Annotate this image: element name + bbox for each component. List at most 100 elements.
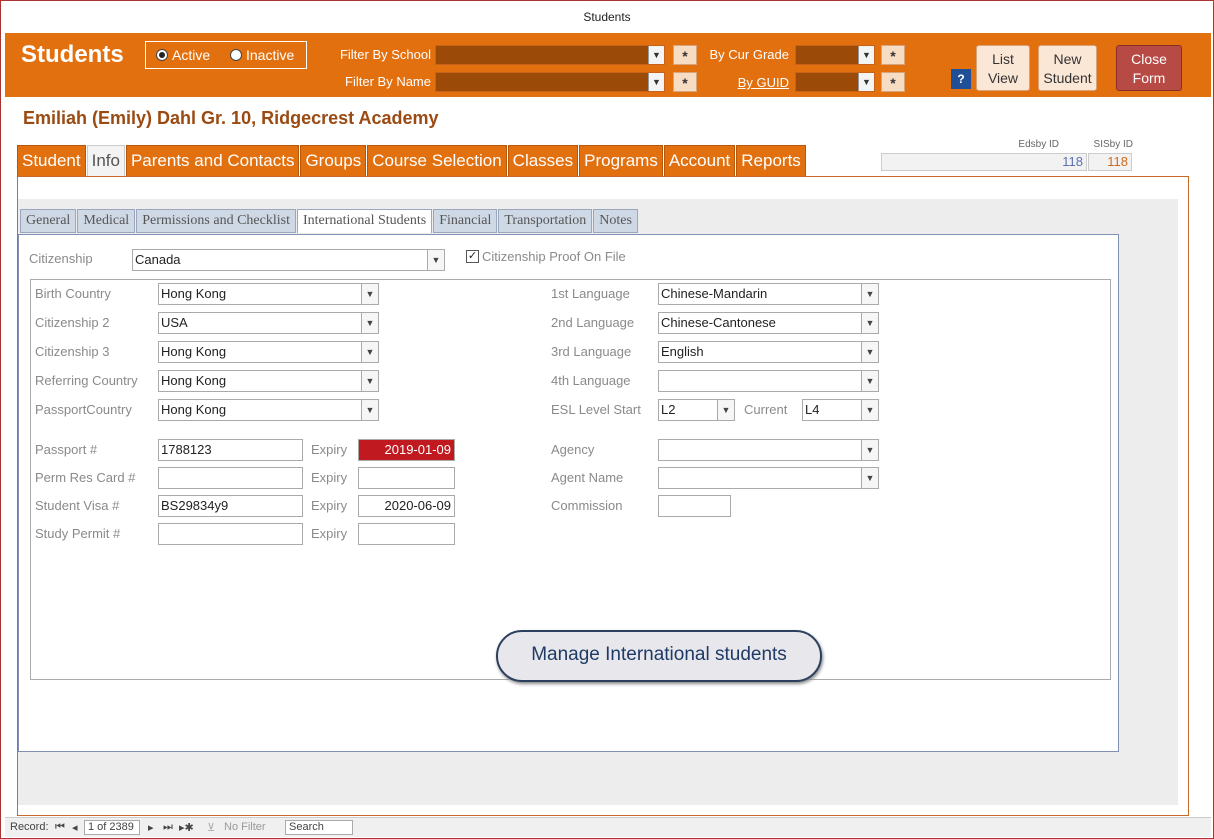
agency-combo[interactable]: ▼ bbox=[658, 439, 879, 461]
chevron-down-icon[interactable]: ▼ bbox=[861, 371, 878, 391]
chevron-down-icon[interactable]: ▼ bbox=[717, 400, 734, 420]
visa-expiry-input[interactable]: 2020-06-09 bbox=[358, 495, 455, 517]
next-record-icon[interactable]: ▸ bbox=[148, 821, 154, 834]
guid-combo[interactable]: ▼ bbox=[795, 72, 875, 92]
first-record-icon[interactable]: ⏮ bbox=[55, 821, 65, 834]
filter-school-combo[interactable]: ▼ bbox=[435, 45, 665, 65]
chevron-down-icon[interactable]: ▼ bbox=[427, 250, 444, 270]
lang1-combo[interactable]: Chinese-Mandarin ▼ bbox=[658, 283, 879, 305]
student-visa-input[interactable]: BS29834y9 bbox=[158, 495, 303, 517]
tab-programs[interactable]: Programs bbox=[579, 145, 663, 177]
chevron-down-icon[interactable]: ▼ bbox=[858, 73, 874, 91]
esl-current-value: L4 bbox=[805, 402, 820, 417]
esl-current-combo[interactable]: L4 ▼ bbox=[802, 399, 879, 421]
tab-parents-and-contacts[interactable]: Parents and Contacts bbox=[125, 145, 300, 177]
previous-record-icon[interactable]: ◂ bbox=[72, 821, 78, 834]
esl-start-combo[interactable]: L2 ▼ bbox=[658, 399, 735, 421]
citizenship3-combo[interactable]: Hong Kong ▼ bbox=[158, 341, 379, 363]
subtab-international-students[interactable]: International Students bbox=[296, 209, 433, 233]
filter-name-combo[interactable]: ▼ bbox=[435, 72, 665, 92]
subtab-transportation[interactable]: Transportation bbox=[498, 209, 593, 233]
chevron-down-icon[interactable]: ▼ bbox=[858, 46, 874, 64]
search-input[interactable]: Search bbox=[285, 820, 353, 835]
no-filter-label[interactable]: No Filter bbox=[224, 821, 266, 833]
birth-country-combo[interactable]: Hong Kong ▼ bbox=[158, 283, 379, 305]
subtab-general[interactable]: General bbox=[20, 209, 77, 233]
permit-expiry-input[interactable] bbox=[358, 523, 455, 545]
citizenship-proof-checkbox[interactable]: ✓ bbox=[466, 250, 479, 263]
list-view-button[interactable]: List View bbox=[976, 45, 1030, 91]
lang4-label: 4th Language bbox=[551, 373, 631, 388]
chevron-down-icon[interactable]: ▼ bbox=[361, 371, 378, 391]
lang3-label: 3rd Language bbox=[551, 344, 632, 359]
passport-expiry-input[interactable]: 2019-01-09 bbox=[358, 439, 455, 461]
birth-country-label: Birth Country bbox=[35, 286, 111, 301]
manage-international-students-button[interactable]: Manage International students bbox=[496, 630, 822, 682]
app-title: Students bbox=[21, 41, 124, 68]
tab-student[interactable]: Student bbox=[17, 145, 86, 177]
guid-link[interactable]: By GUID bbox=[701, 75, 789, 90]
lang1-label: 1st Language bbox=[551, 286, 630, 301]
tab-info[interactable]: Info bbox=[86, 145, 125, 177]
sisby-id-value: 118 bbox=[1088, 153, 1132, 171]
edsby-id-value: 118 bbox=[881, 153, 1087, 171]
chevron-down-icon[interactable]: ▼ bbox=[861, 440, 878, 460]
lang2-combo[interactable]: Chinese-Cantonese ▼ bbox=[658, 312, 879, 334]
chevron-down-icon[interactable]: ▼ bbox=[861, 313, 878, 333]
filter-name-label: Filter By Name bbox=[345, 74, 431, 89]
lang3-combo[interactable]: English ▼ bbox=[658, 341, 879, 363]
chevron-down-icon[interactable]: ▼ bbox=[861, 284, 878, 304]
subtab-permissions-and-checklist[interactable]: Permissions and Checklist bbox=[136, 209, 296, 233]
active-radio[interactable]: Active bbox=[156, 47, 210, 63]
clear-school-filter-button[interactable]: * bbox=[673, 45, 697, 65]
tab-account[interactable]: Account bbox=[663, 145, 736, 177]
clear-guid-filter-button[interactable]: * bbox=[881, 72, 905, 92]
clear-name-filter-button[interactable]: * bbox=[673, 72, 697, 92]
new-student-button[interactable]: New Student bbox=[1038, 45, 1097, 91]
commission-input[interactable] bbox=[658, 495, 731, 517]
chevron-down-icon[interactable]: ▼ bbox=[861, 342, 878, 362]
tab-course-selection[interactable]: Course Selection bbox=[367, 145, 507, 177]
esl-start-value: L2 bbox=[661, 402, 676, 417]
lang3-value: English bbox=[661, 344, 704, 359]
chevron-down-icon[interactable]: ▼ bbox=[861, 468, 878, 488]
citizenship2-combo[interactable]: USA ▼ bbox=[158, 312, 379, 334]
cur-grade-combo[interactable]: ▼ bbox=[795, 45, 875, 65]
passport-input[interactable]: 1788123 bbox=[158, 439, 303, 461]
close-form-button[interactable]: Close Form bbox=[1116, 45, 1182, 91]
international-details-box: Birth Country Hong Kong ▼ Citizenship 2 … bbox=[30, 279, 1111, 682]
subtab-financial[interactable]: Financial bbox=[433, 209, 498, 233]
chevron-down-icon[interactable]: ▼ bbox=[861, 400, 878, 420]
citizenship-combo[interactable]: Canada ▼ bbox=[132, 249, 445, 271]
passport-country-value: Hong Kong bbox=[161, 402, 227, 417]
permit-expiry-label: Expiry bbox=[311, 526, 348, 541]
header-bar: Students Active Inactive Filter By Schoo… bbox=[5, 33, 1211, 97]
chevron-down-icon[interactable]: ▼ bbox=[361, 313, 378, 333]
inactive-radio[interactable]: Inactive bbox=[230, 47, 294, 63]
lang4-combo[interactable]: ▼ bbox=[658, 370, 879, 392]
subtab-notes[interactable]: Notes bbox=[593, 209, 638, 233]
prc-expiry-input[interactable] bbox=[358, 467, 455, 489]
study-permit-label: Study Permit # bbox=[35, 526, 121, 541]
subtab-medical[interactable]: Medical bbox=[77, 209, 136, 233]
passport-country-combo[interactable]: Hong Kong ▼ bbox=[158, 399, 379, 421]
perm-res-card-input[interactable] bbox=[158, 467, 303, 489]
last-record-icon[interactable]: ⏭ bbox=[163, 821, 173, 834]
new-record-icon[interactable]: ▸✱ bbox=[179, 821, 194, 834]
chevron-down-icon[interactable]: ▼ bbox=[361, 342, 378, 362]
tab-groups[interactable]: Groups bbox=[300, 145, 367, 177]
window-title: Students bbox=[583, 10, 631, 24]
study-permit-input[interactable] bbox=[158, 523, 303, 545]
chevron-down-icon[interactable]: ▼ bbox=[648, 46, 664, 64]
help-icon[interactable]: ? bbox=[951, 69, 971, 89]
clear-grade-filter-button[interactable]: * bbox=[881, 45, 905, 65]
referring-country-combo[interactable]: Hong Kong ▼ bbox=[158, 370, 379, 392]
tab-classes[interactable]: Classes bbox=[507, 145, 579, 177]
commission-label: Commission bbox=[551, 498, 623, 513]
tab-reports[interactable]: Reports bbox=[736, 145, 806, 177]
agent-name-combo[interactable]: ▼ bbox=[658, 467, 879, 489]
chevron-down-icon[interactable]: ▼ bbox=[361, 400, 378, 420]
chevron-down-icon[interactable]: ▼ bbox=[361, 284, 378, 304]
record-number-input[interactable]: 1 of 2389 bbox=[84, 820, 140, 835]
chevron-down-icon[interactable]: ▼ bbox=[648, 73, 664, 91]
